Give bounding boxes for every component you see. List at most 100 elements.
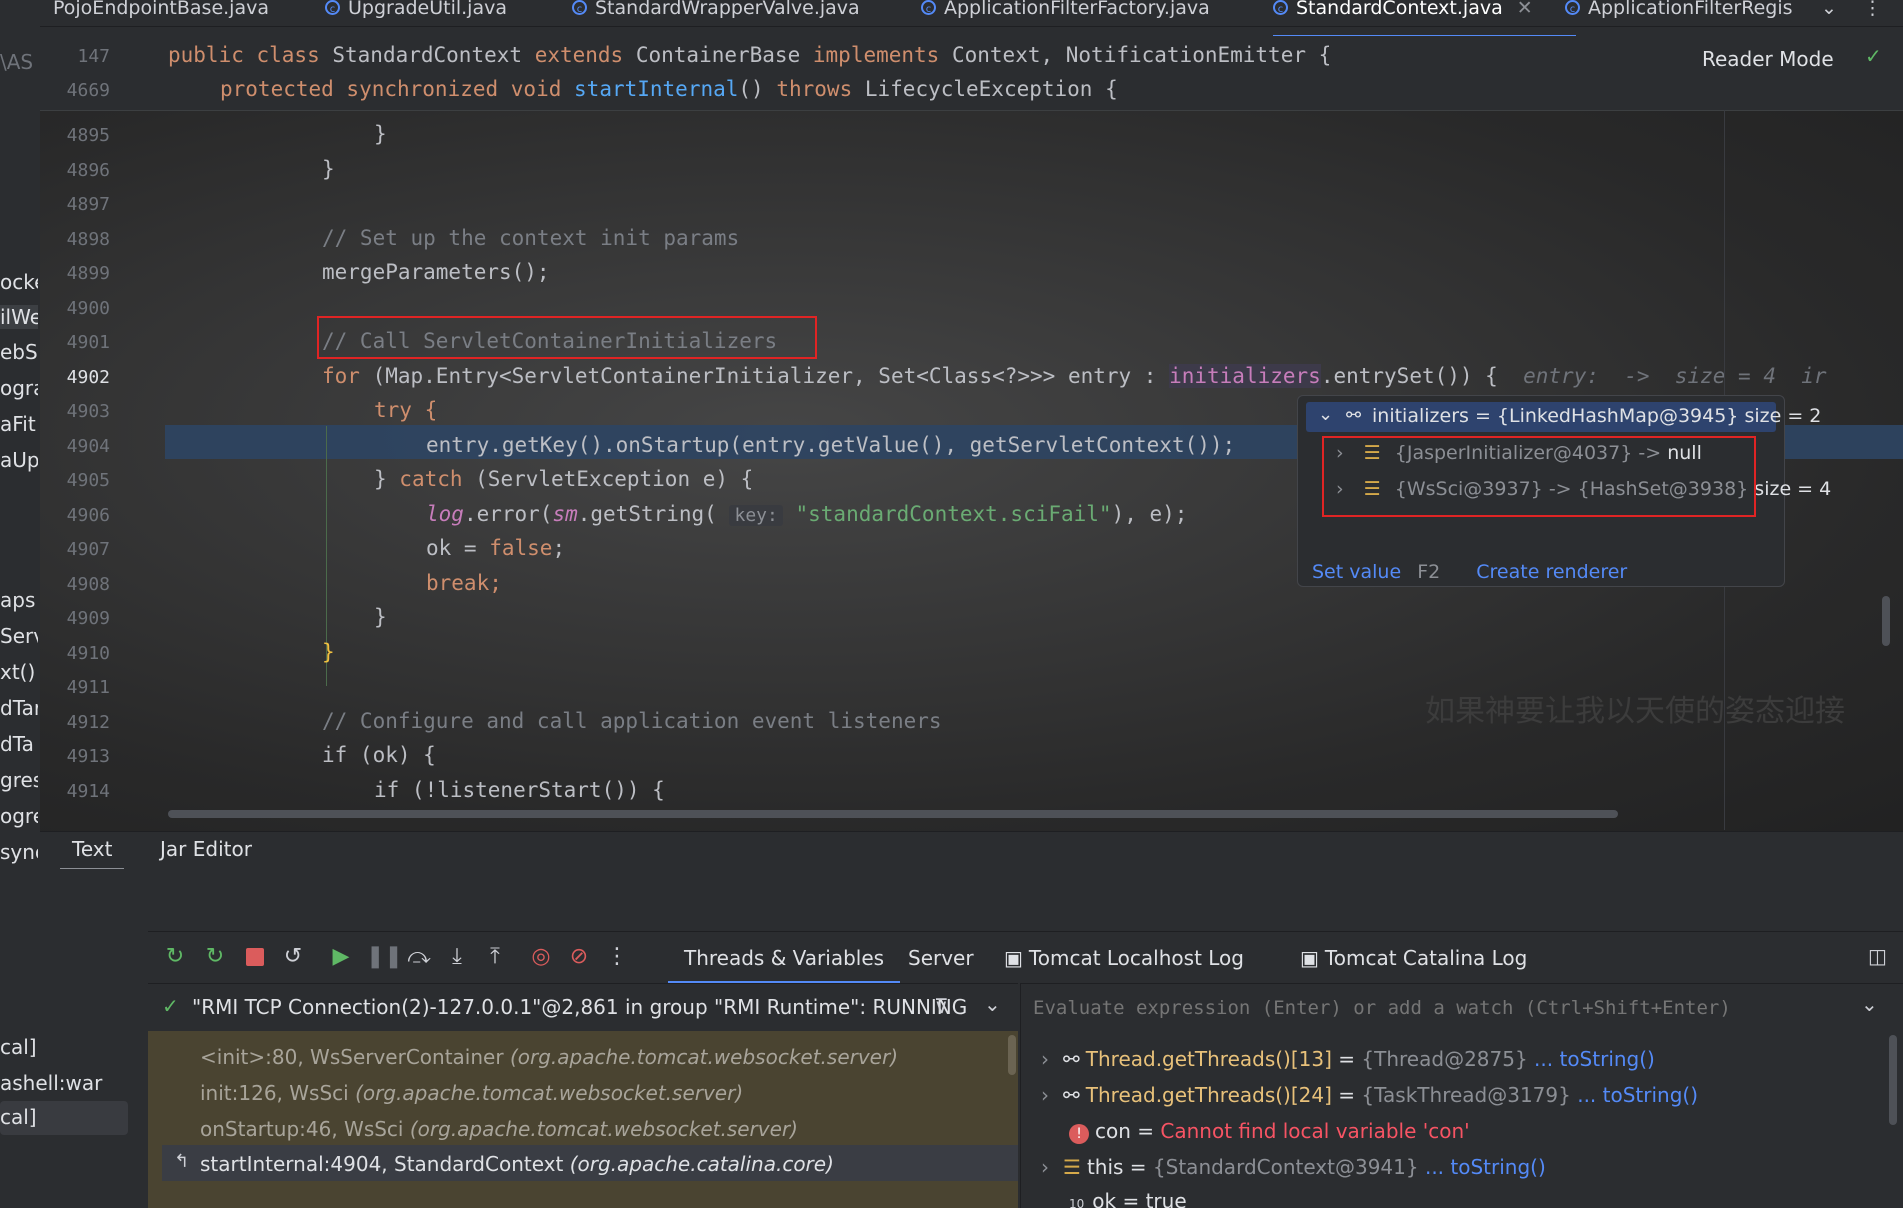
more-options-icon[interactable]: ⋮ — [1863, 0, 1882, 26]
left-panel-item[interactable]: ocke — [0, 270, 38, 294]
left-panel-item[interactable]: dTar — [0, 696, 38, 720]
variable-row[interactable]: ! con = Cannot find local variable 'con' — [1069, 1119, 1470, 1144]
left-panel-item[interactable]: sync — [0, 840, 38, 864]
rerun-icon[interactable]: ↻ — [162, 944, 188, 970]
stop-icon[interactable] — [242, 944, 268, 970]
variable-inspector-popup[interactable]: ⌄ ⚯ initializers = {LinkedHashMap@3945} … — [1297, 395, 1831, 587]
left-panel-item[interactable]: aps — [0, 588, 38, 612]
code-line[interactable]: try { — [374, 398, 437, 422]
code-line-catch[interactable]: } catch (ServletException e) { — [374, 467, 753, 491]
chevron-down-icon[interactable]: ⌄ — [984, 992, 1001, 1016]
tab-applicationfilterfactory[interactable]: c ApplicationFilterFactory.java — [921, 0, 1210, 26]
thread-selector[interactable]: ✓ "RMI TCP Connection(2)-127.0.0.1"@2,86… — [148, 983, 1018, 1032]
filter-icon[interactable]: ⊽ — [934, 994, 949, 1018]
field-icon: ☰ — [1063, 1155, 1081, 1179]
chevron-right-icon[interactable]: › — [1041, 1083, 1049, 1107]
variable-row[interactable]: › ☰ this = {StandardContext@3941} ... toSt… — [1041, 1155, 1546, 1179]
variable-row[interactable]: › ⚯ Thread.getThreads()[24] = {TaskThread@… — [1041, 1083, 1698, 1107]
class-icon: c — [1565, 0, 1580, 15]
tab-tomcat-localhost-log[interactable]: ▣ Tomcat Localhost Log — [1004, 932, 1244, 984]
vertical-scrollbar[interactable] — [1882, 596, 1890, 646]
sticky-class-line[interactable]: public class StandardContext extends Con… — [168, 43, 1331, 67]
rerun-debug-icon[interactable]: ↻ — [202, 944, 228, 970]
step-into-icon[interactable]: ⤓ — [444, 944, 470, 970]
tab-applicationfilterregis[interactable]: c ApplicationFilterRegis — [1565, 0, 1835, 26]
chevron-down-icon[interactable]: ⌄ — [1861, 992, 1878, 1016]
view-breakpoints-icon[interactable]: ◎ — [528, 944, 554, 970]
stack-frame[interactable]: init:126, WsSci (org.apache.tomcat.webso… — [200, 1081, 743, 1105]
tab-pojoendpointbase[interactable]: PojoEndpointBase.java — [53, 0, 269, 26]
tab-standardcontext[interactable]: c StandardContext.java ✕ — [1273, 0, 1576, 38]
chevron-down-icon[interactable]: ⌄ — [1821, 0, 1837, 26]
tab-text[interactable]: Text — [60, 832, 125, 871]
line-number: 147 — [77, 46, 110, 67]
services-item-selected[interactable]: cal] — [0, 1101, 128, 1135]
chevron-right-icon[interactable]: › — [1041, 1155, 1049, 1179]
code-line[interactable]: mergeParameters(); — [322, 260, 550, 284]
left-panel-item[interactable]: aUp — [0, 448, 38, 472]
line-number: 4901 — [66, 332, 110, 353]
popup-root-row[interactable]: ⌄ ⚯ initializers = {LinkedHashMap@3945} … — [1306, 402, 1821, 432]
code-line-log[interactable]: log.error(sm.getString( key: "standardCo… — [426, 502, 1187, 526]
code-line-for[interactable]: for (Map.Entry<ServletContainerInitializ… — [322, 364, 1827, 388]
tab-jar-editor[interactable]: Jar Editor — [148, 832, 264, 866]
tab-tomcat-catalina-log[interactable]: ▣ Tomcat Catalina Log — [1300, 932, 1527, 984]
evaluate-expression-input[interactable] — [1031, 992, 1825, 1024]
left-panel-item[interactable]: Servl — [0, 624, 38, 648]
stack-frame[interactable]: onStartup:46, WsSci (org.apache.tomcat.w… — [200, 1117, 798, 1141]
variable-row[interactable]: 10 ok = true — [1069, 1189, 1187, 1208]
set-value-link[interactable]: Set value — [1312, 561, 1401, 583]
left-panel-item[interactable]: ebSc — [0, 340, 38, 364]
step-out-icon[interactable]: ⤒ — [482, 944, 508, 970]
code-line[interactable]: if (ok) { — [322, 743, 436, 767]
create-renderer-link[interactable]: Create renderer — [1476, 561, 1627, 583]
step-over-icon[interactable]: ⤼ — [406, 944, 432, 970]
variables-scrollbar[interactable] — [1889, 1035, 1897, 1125]
code-line-current[interactable]: entry.getKey().onStartup(entry.getValue(… — [426, 433, 1235, 457]
reader-mode-button[interactable]: Reader Mode — [1702, 47, 1834, 71]
left-panel-item[interactable]: gres — [0, 768, 38, 792]
left-panel-item[interactable]: ilWe — [0, 305, 38, 329]
close-icon[interactable]: ✕ — [1517, 0, 1533, 19]
code-line-ok[interactable]: ok = false; — [426, 536, 565, 560]
tab-standardwrappervalve[interactable]: c StandardWrapperValve.java — [572, 0, 860, 26]
stack-frame-selected[interactable]: ↰ startInternal:4904, StandardContext (o… — [162, 1145, 1018, 1181]
stack-frame[interactable]: <init>:80, WsServerContainer (org.apache… — [200, 1045, 898, 1069]
variable-row[interactable]: › ⚯ Thread.getThreads()[13] = {Thread@2875… — [1041, 1047, 1655, 1071]
left-panel-item[interactable]: xt() — [0, 660, 38, 684]
chevron-right-icon[interactable]: › — [1041, 1047, 1049, 1071]
code-line-brace[interactable]: } — [322, 640, 335, 664]
services-item[interactable]: ashell:war — [0, 1071, 102, 1095]
code-line[interactable]: } — [322, 157, 335, 181]
code-line[interactable]: if (!listenerStart()) { — [374, 778, 665, 802]
tab-threads-variables[interactable]: Threads & Variables — [668, 932, 901, 984]
layout-icon[interactable]: ◫ — [1868, 944, 1887, 968]
pause-icon[interactable]: ❚❚ — [366, 944, 403, 970]
code-comment[interactable]: // Set up the context init params — [322, 226, 739, 250]
line-number: 4912 — [66, 712, 110, 733]
code-line[interactable]: break; — [426, 571, 502, 595]
left-panel-item[interactable]: ogre — [0, 804, 38, 828]
mute-breakpoints-icon[interactable]: ⊘ — [566, 944, 592, 970]
services-item[interactable]: cal] — [0, 1035, 37, 1059]
resume-icon[interactable]: ▶ — [328, 944, 354, 970]
left-panel-item[interactable]: ogra — [0, 376, 38, 400]
frames-scrollbar[interactable] — [1008, 1035, 1016, 1075]
background-watermark-text: 如果神要让我以天使的姿态迎接 — [1425, 694, 1845, 729]
left-panel-item[interactable]: dTa — [0, 732, 38, 756]
sticky-method-line[interactable]: protected synchronized void startInterna… — [220, 77, 1118, 101]
chevron-down-icon[interactable]: ⌄ — [1318, 404, 1333, 425]
horizontal-scrollbar[interactable] — [168, 810, 1618, 818]
code-line[interactable]: } — [374, 122, 387, 146]
left-panel-item[interactable]: aFit — [0, 412, 38, 436]
code-comment[interactable]: // Configure and call application event … — [322, 709, 942, 733]
shortcut-hint: F2 — [1417, 561, 1441, 583]
tab-upgradeutil[interactable]: c UpgradeUtil.java — [325, 0, 507, 26]
evaluate-expression-bar[interactable]: ⌄ — [1020, 983, 1903, 1032]
tab-server[interactable]: Server — [908, 932, 974, 984]
restart-icon[interactable]: ↺ — [280, 944, 306, 970]
more-options-icon[interactable]: ⋮ — [604, 944, 630, 970]
line-number: 4669 — [66, 80, 110, 101]
watch-icon: ⚯ — [1063, 1083, 1080, 1107]
code-line[interactable]: } — [374, 605, 387, 629]
